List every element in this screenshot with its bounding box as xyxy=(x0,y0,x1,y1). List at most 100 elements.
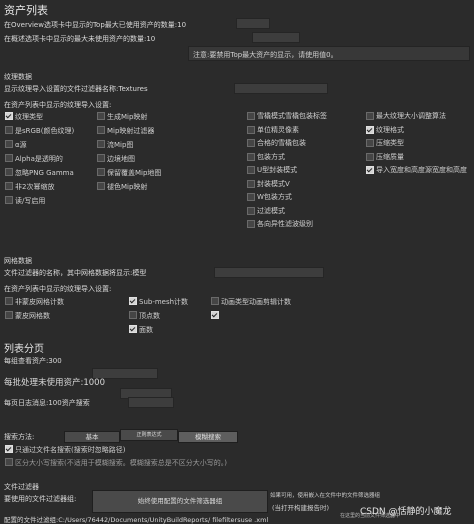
embedded-filter-text: 如果可用，使用嵌入在文件中的文件筛选器组 xyxy=(270,493,381,499)
texture-setting-checkbox[interactable] xyxy=(247,206,255,215)
texture-setting-label: 雪橇模式雪橇包装标签 xyxy=(257,112,327,120)
summary-topn-label: 在概述选项卡中显示的最大未使用资产的数量:10 xyxy=(4,35,156,43)
texture-setting-label: 导入宽度和高度源宽度和高度 xyxy=(376,166,467,174)
texture-setting-label: 压缩类型 xyxy=(376,139,404,147)
texture-setting-checkbox[interactable] xyxy=(5,196,13,204)
texture-setting-label: 过滤模式 xyxy=(257,206,285,215)
texture-setting-label: 非2次幂缩放 xyxy=(15,183,55,191)
summary-topn-field[interactable] xyxy=(252,32,300,43)
texture-setting-checkbox[interactable] xyxy=(97,112,105,120)
texture-setting-checkbox[interactable] xyxy=(366,139,374,147)
texture-setting-checkbox[interactable] xyxy=(247,112,255,120)
filename-only-checkbox[interactable] xyxy=(5,445,13,453)
paging-header: 列表分页 xyxy=(4,344,44,355)
texture-setting-label: 单位精灵像素 xyxy=(257,125,299,134)
texture-setting-checkbox[interactable] xyxy=(97,140,105,148)
texture-setting-label: 封装模式V xyxy=(257,179,290,188)
texture-setting-checkbox[interactable] xyxy=(247,193,255,201)
mesh-setting-checkbox[interactable] xyxy=(129,325,137,333)
texture-setting-label: 忽略PNG Gamma xyxy=(15,169,74,177)
note-box: 注意:要禁用Top最大资产的显示，请使用值0。 xyxy=(188,46,470,61)
texture-setting-checkbox[interactable] xyxy=(247,139,255,147)
mesh-setting-checkbox[interactable] xyxy=(211,297,219,305)
texture-setting-label: 合格的雪橇包装 xyxy=(257,139,306,147)
watermark: CSDN @恬静的小魔龙 xyxy=(360,507,452,517)
mesh-setting-label: 蒙皮网格数 xyxy=(15,312,50,320)
texture-setting-checkbox[interactable] xyxy=(366,125,374,134)
overview-topn-label: 在Overview选项卡中显示的Top最大已使用资产的数量:10 xyxy=(4,21,187,29)
texture-setting-label: W包装方式 xyxy=(257,193,292,201)
texture-setting-label: 褪色Mip映射 xyxy=(107,183,148,191)
per-group-label: 每组查看资产:300 xyxy=(4,357,62,365)
per-batch-label: 每批处理未使用资产:1000 xyxy=(4,378,105,388)
texture-setting-label: 边境地图 xyxy=(107,155,135,163)
search-regex-button[interactable]: 正则表达式 xyxy=(120,429,178,441)
per-page-log-field[interactable] xyxy=(128,397,174,408)
texture-setting-checkbox[interactable] xyxy=(5,154,13,162)
overview-topn-field[interactable] xyxy=(236,18,270,29)
texture-setting-checkbox[interactable] xyxy=(97,154,105,162)
texture-setting-label: 纹理类型 xyxy=(15,113,43,121)
texture-setting-checkbox[interactable] xyxy=(5,182,13,190)
search-basic-button[interactable]: 基本 xyxy=(64,431,120,443)
mesh-setting-label: 非蒙皮网格计数 xyxy=(15,298,64,306)
texture-setting-label: 纹理格式 xyxy=(376,125,404,134)
texture-setting-label: 是sRGB(颜色纹理) xyxy=(15,127,75,135)
texture-setting-checkbox[interactable] xyxy=(247,166,255,174)
texture-setting-checkbox[interactable] xyxy=(247,152,255,161)
texture-setting-checkbox[interactable] xyxy=(5,126,13,134)
mesh-setting-checkbox[interactable] xyxy=(129,311,137,319)
note-text: 注意:要禁用Top最大资产的显示，请使用值0。 xyxy=(193,51,338,59)
mesh-filter-field[interactable] xyxy=(214,267,324,278)
texture-setting-label: 最大纹理大小调整算法 xyxy=(376,112,446,120)
page-title: 资产列表 xyxy=(4,4,48,17)
texture-setting-label: U型封装模式 xyxy=(257,166,298,174)
texture-setting-checkbox[interactable] xyxy=(97,182,105,190)
texture-setting-label: Mip映射过滤器 xyxy=(107,127,155,135)
mesh-section-header: 网格数据 xyxy=(4,257,32,265)
texture-setting-checkbox[interactable] xyxy=(5,168,13,176)
texture-setting-checkbox[interactable] xyxy=(366,152,374,161)
texture-setting-label: 流Mip图 xyxy=(107,141,134,149)
mesh-setting-label: 动画类型动画剪辑计数 xyxy=(221,298,291,306)
per-page-log-label: 每页日志消息:100资产搜索 xyxy=(4,399,90,407)
search-fuzzy-button[interactable]: 模糊搜索 xyxy=(178,431,238,443)
texture-filter-field[interactable] xyxy=(234,83,328,94)
mesh-setting-label: 顶点数 xyxy=(139,312,160,320)
texture-setting-checkbox[interactable] xyxy=(5,140,13,148)
texture-setting-checkbox[interactable] xyxy=(97,168,105,176)
case-sensitive-checkbox[interactable] xyxy=(5,458,13,466)
texture-setting-checkbox[interactable] xyxy=(247,179,255,188)
texture-setting-checkbox[interactable] xyxy=(366,112,374,120)
mesh-setting-checkbox[interactable] xyxy=(211,311,219,319)
mesh-setting-label: 面数 xyxy=(139,326,153,334)
mesh-filter-label: 文件过滤器的名称，其中网格数据将显示:模型 xyxy=(4,269,147,277)
texture-setting-label: 生成Mip映射 xyxy=(107,113,148,121)
use-configured-filter-button[interactable]: 始终使用配置的文件筛选器组 xyxy=(92,490,268,513)
texture-setting-checkbox[interactable] xyxy=(366,166,374,174)
filename-only-label: 只通过文件名搜索(搜索时忽略路径) xyxy=(15,446,126,454)
texture-setting-label: Alpha是透明的 xyxy=(15,155,63,163)
texture-setting-label: 各向异性滤波级别 xyxy=(257,220,313,228)
mesh-setting-checkbox[interactable] xyxy=(5,297,13,305)
texture-import-header: 在资产列表中显示的纹理导入设置: xyxy=(4,101,112,109)
texture-section-header: 纹理数据 xyxy=(4,73,32,81)
mesh-setting-checkbox[interactable] xyxy=(5,311,13,319)
embedded-filter-text-2: (当打开构建报告时) xyxy=(272,504,330,512)
texture-setting-checkbox[interactable] xyxy=(97,126,105,134)
file-filter-header: 文件过滤器 xyxy=(4,483,39,491)
texture-filter-label: 显示纹理导入设置的文件过滤器名称:Textures xyxy=(4,85,148,93)
texture-setting-checkbox[interactable] xyxy=(247,125,255,134)
mesh-setting-label: Sub-mesh计数 xyxy=(139,298,189,306)
case-sensitive-label: 区分大小写搜索(不适用于模糊搜索。模糊搜索总是不区分大小写的。) xyxy=(15,459,227,467)
texture-setting-checkbox[interactable] xyxy=(247,220,255,228)
texture-setting-label: 压缩质量 xyxy=(376,152,404,161)
texture-setting-label: α源 xyxy=(15,141,27,149)
texture-setting-label: 保留覆盖Mip地图 xyxy=(107,169,162,177)
search-method-label: 搜索方法: xyxy=(4,433,35,441)
filter-group-label: 要使用的文件过滤器组: xyxy=(4,495,77,503)
mesh-setting-checkbox[interactable] xyxy=(129,297,137,305)
texture-setting-label: 包装方式 xyxy=(257,152,285,161)
mesh-import-header: 在资产列表中显示的纹理导入设置: xyxy=(4,285,112,293)
texture-setting-checkbox[interactable] xyxy=(5,112,13,120)
